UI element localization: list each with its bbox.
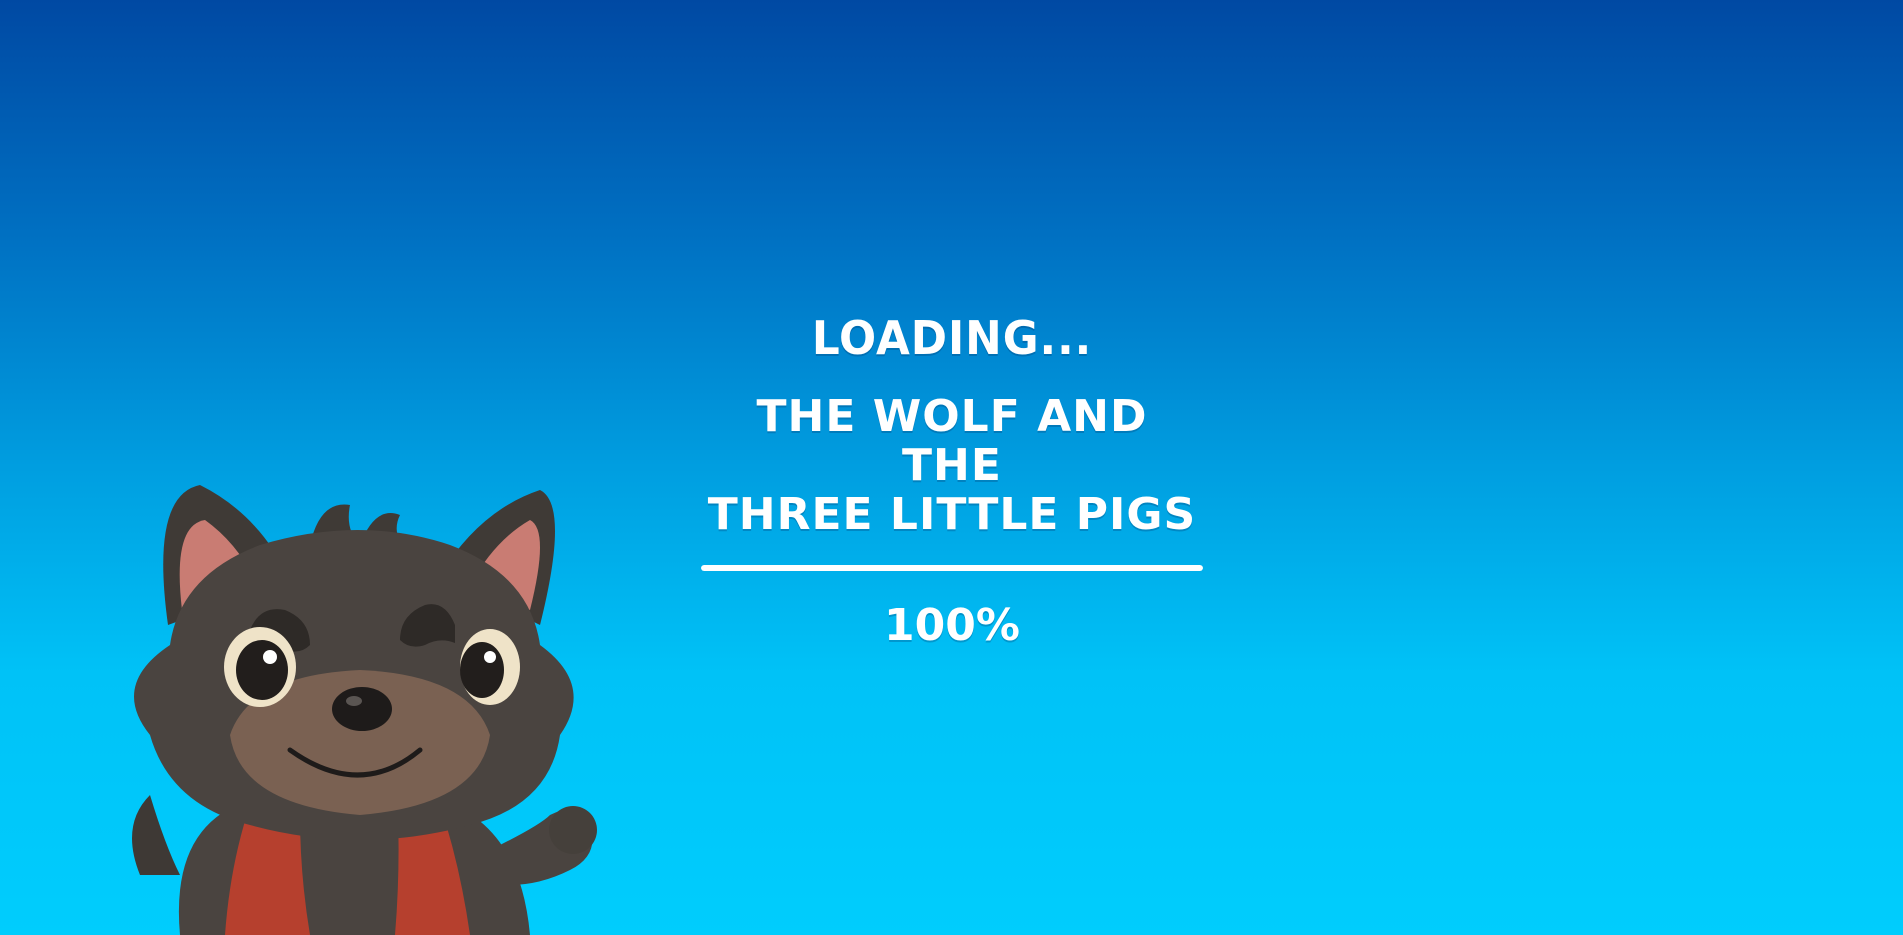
progress-bar-fill (701, 565, 1203, 571)
loading-panel: LOADING... THE WOLF AND THE THREE LITTLE… (701, 310, 1203, 651)
progress-percent: 100% (884, 600, 1020, 651)
game-title: THE WOLF AND THE THREE LITTLE PIGS (701, 392, 1203, 539)
wolf-mascot-illustration (132, 485, 597, 935)
loading-screen: LOADING... THE WOLF AND THE THREE LITTLE… (0, 0, 1903, 935)
game-title-line-2: THREE LITTLE PIGS (707, 489, 1197, 540)
game-title-line-1: THE WOLF AND THE (756, 391, 1148, 491)
progress-bar (701, 565, 1203, 571)
loading-label: LOADING... (811, 311, 1093, 365)
